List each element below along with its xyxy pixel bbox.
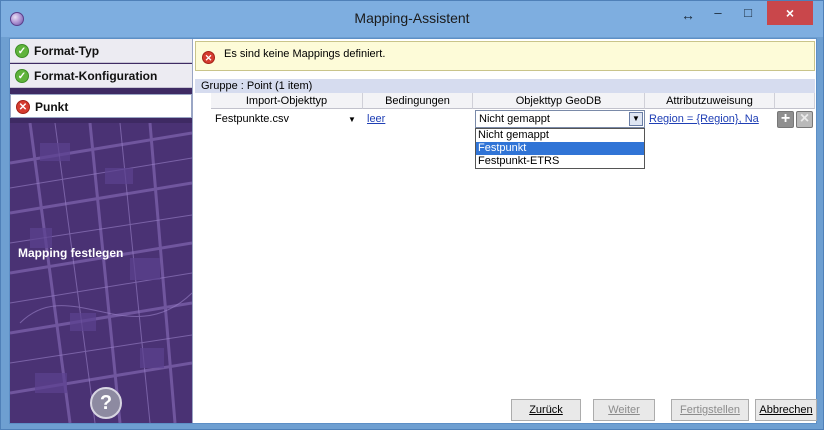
column-header-geodb-type[interactable]: Objekttyp GeoDB [473, 93, 645, 109]
resize-icon: ↔ [681, 7, 695, 23]
close-button[interactable]: × [767, 1, 813, 25]
step-label: Format-Konfiguration [34, 69, 158, 83]
section-label: Mapping festlegen [18, 246, 124, 260]
help-button[interactable]: ? [90, 387, 122, 419]
column-header-conditions[interactable]: Bedingungen [363, 93, 473, 109]
step-label: Punkt [35, 100, 69, 114]
dropdown-option-festpunkt[interactable]: Festpunkt [476, 142, 644, 155]
group-header[interactable]: Gruppe : Point (1 item) [195, 79, 815, 93]
finish-button[interactable]: Fertigstellen [671, 399, 749, 421]
step-format-typ[interactable]: ✓ Format-Typ [10, 39, 192, 63]
column-header-import-type[interactable]: Import-Objekttyp [211, 93, 363, 109]
column-header-attribute-assignment[interactable]: Attributzuweisung [645, 93, 775, 109]
chevron-down-icon[interactable]: ▼ [347, 116, 357, 124]
message-text: Es sind keine Mappings definiert. [224, 48, 386, 60]
title-bar[interactable]: Mapping-Assistent ↔ – □ × [1, 1, 823, 37]
wizard-window: Mapping-Assistent ↔ – □ × ✓ Format-Typ ✓… [0, 0, 824, 430]
geodb-type-dropdown: Nicht gemappt Festpunkt Festpunkt-ETRS [475, 128, 645, 169]
chevron-down-icon[interactable]: ▼ [629, 112, 643, 126]
mapping-panel: ✕ Es sind keine Mappings definiert. Grup… [192, 39, 817, 423]
dropdown-option-nicht-gemappt[interactable]: Nicht gemappt [476, 129, 644, 142]
step-format-konfiguration[interactable]: ✓ Format-Konfiguration [10, 64, 192, 88]
add-icon[interactable]: + [777, 111, 794, 128]
error-icon: ✕ [16, 100, 30, 114]
import-type-cell[interactable]: Festpunkte.csv [211, 110, 351, 128]
minimize-button[interactable]: – [705, 3, 731, 25]
attribute-assignment-cell: Region = {Region}, Na [645, 110, 775, 128]
error-icon: ✕ [202, 51, 215, 64]
cancel-button[interactable]: Abbrechen [755, 399, 817, 421]
attribute-assignment-link[interactable]: Region = {Region}, Na [649, 113, 759, 125]
step-label: Format-Typ [34, 44, 100, 58]
check-icon: ✓ [15, 69, 29, 83]
step-punkt[interactable]: ✕ Punkt [10, 94, 192, 118]
window-content: ✓ Format-Typ ✓ Format-Konfiguration ✕ Pu… [9, 38, 817, 424]
column-header-actions [775, 93, 815, 109]
maximize-button[interactable]: □ [735, 3, 761, 25]
dropdown-option-festpunkt-etrs[interactable]: Festpunkt-ETRS [476, 155, 644, 168]
conditions-cell: leer [363, 110, 471, 128]
map-background-image [10, 123, 192, 423]
geodb-type-value: Nicht gemappt [479, 113, 550, 125]
conditions-link[interactable]: leer [367, 113, 385, 125]
wizard-footer: Zurück Weiter Fertigstellen Abbrechen [193, 397, 817, 423]
next-button[interactable]: Weiter [593, 399, 655, 421]
check-icon: ✓ [15, 44, 29, 58]
geodb-type-combobox[interactable]: Nicht gemappt ▼ [475, 110, 645, 128]
delete-icon[interactable]: × [796, 111, 813, 128]
back-button[interactable]: Zurück [511, 399, 581, 421]
wizard-sidebar: ✓ Format-Typ ✓ Format-Konfiguration ✕ Pu… [10, 39, 192, 423]
message-bar: ✕ Es sind keine Mappings definiert. [195, 41, 815, 71]
